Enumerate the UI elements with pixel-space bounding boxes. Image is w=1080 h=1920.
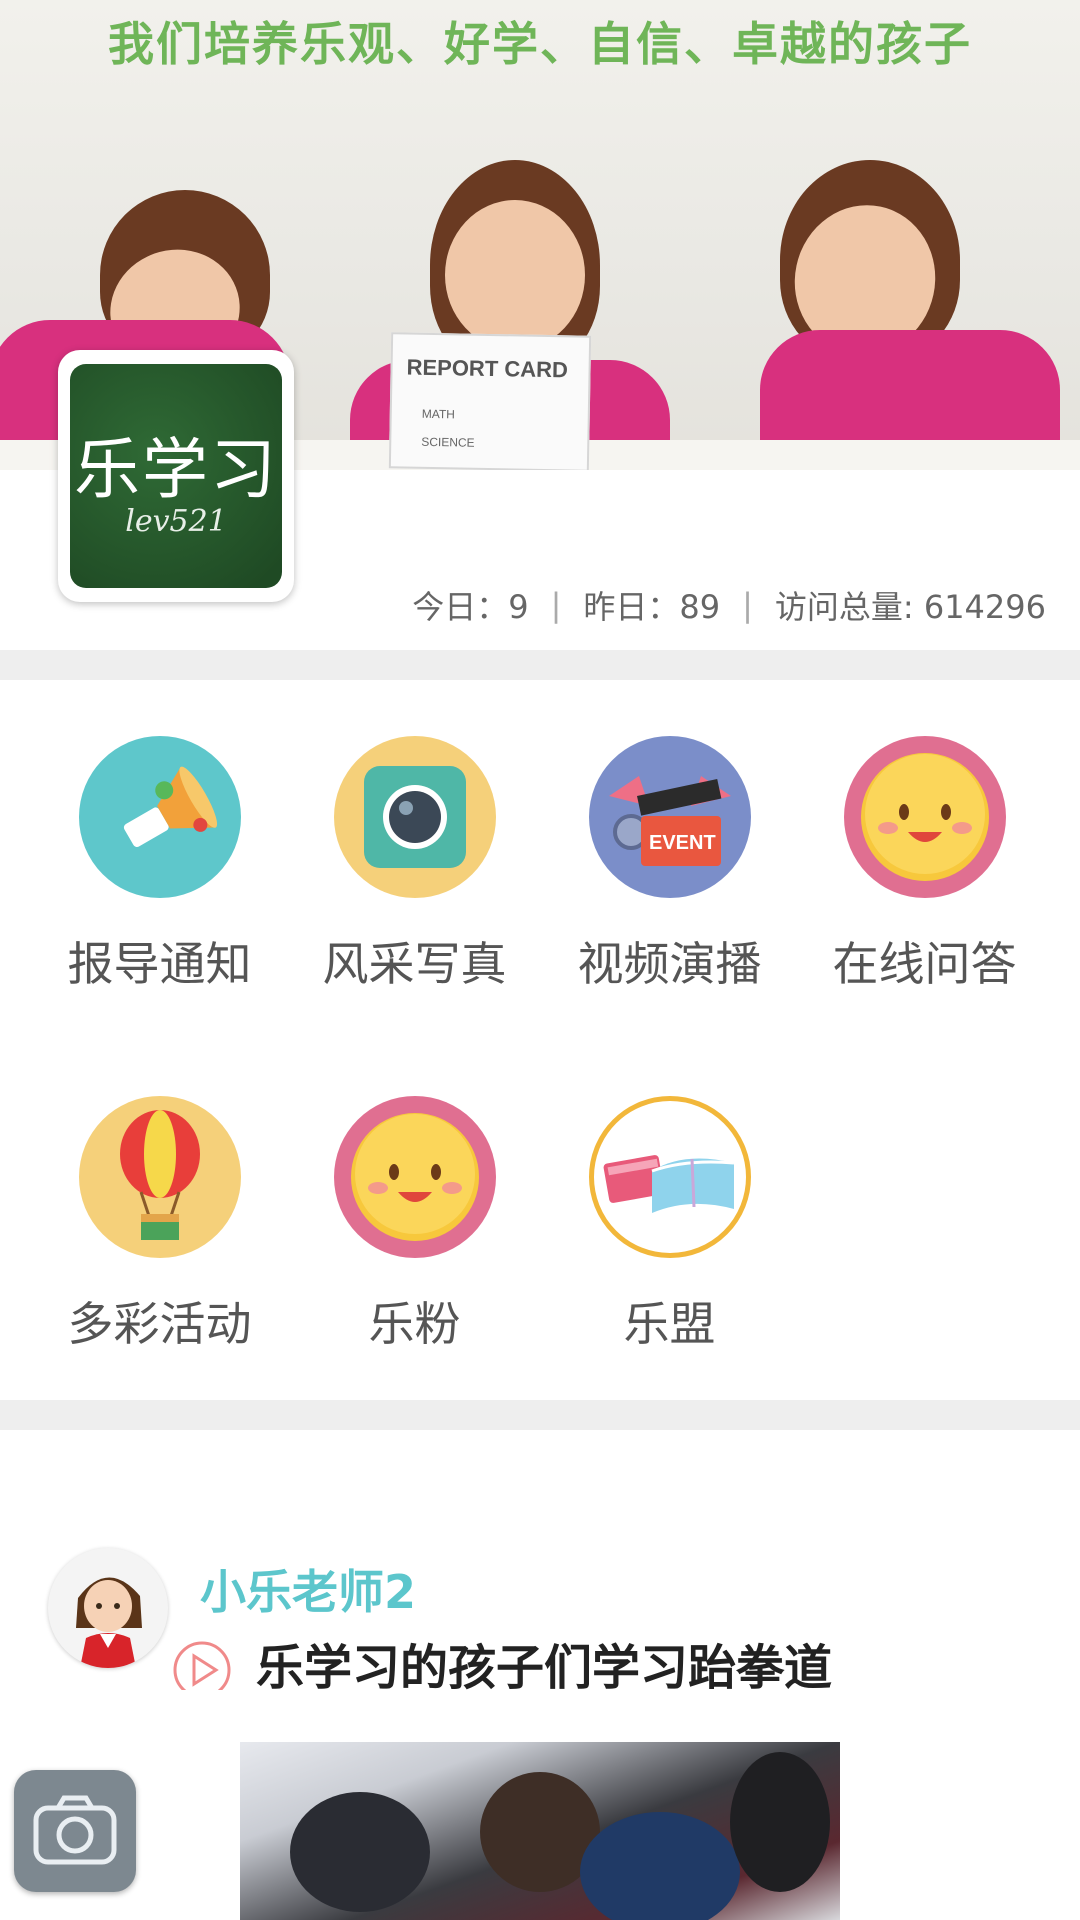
report-card-image: REPORT CARD MATH SCIENCE: [388, 332, 592, 470]
stat-total: 访问总量: 614296: [774, 588, 1046, 626]
svg-text:EVENT: EVENT: [649, 832, 716, 854]
logo-subtitle: lev521: [125, 504, 227, 539]
hot-air-balloon-icon: [78, 1096, 241, 1258]
menu-item-qa[interactable]: 在线问答: [797, 736, 1052, 994]
menu-item-video[interactable]: EVENT 视频演播: [542, 736, 797, 994]
menu-item-label: 报导通知: [67, 937, 252, 991]
camera-icon: [333, 736, 496, 898]
smiley-icon: [333, 1096, 496, 1258]
post-title[interactable]: 乐学习的孩子们学习跆拳道: [256, 1628, 832, 1698]
menu-item-gallery[interactable]: 风采写真: [287, 736, 542, 994]
menu-item-fans[interactable]: 乐粉: [287, 1096, 542, 1354]
books-icon: [588, 1096, 751, 1258]
visit-stats: 今日：9 | 昨日：89 | 访问总量: 614296: [412, 582, 1046, 628]
chalkboard-logo: 乐学习 lev521: [70, 364, 282, 588]
menu-item-label: 乐粉: [368, 1297, 461, 1351]
stat-yesterday: 昨日：89: [583, 588, 721, 626]
smiley-icon: [843, 736, 1006, 898]
menu-item-label: 风采写真: [322, 937, 507, 991]
menu-item-label: 在线问答: [832, 937, 1017, 991]
menu-item-label: 视频演播: [577, 937, 762, 991]
menu-item-label: 乐盟: [623, 1297, 716, 1351]
site-logo[interactable]: 乐学习 lev521: [58, 350, 294, 602]
logo-title: 乐学习: [74, 431, 278, 508]
post-video-thumbnail[interactable]: [240, 1742, 840, 1920]
author-name[interactable]: 小乐老师2: [200, 1556, 416, 1622]
report-card-line-math: MATH: [421, 406, 456, 422]
menu-item-activities[interactable]: 多彩活动: [32, 1096, 287, 1354]
author-avatar[interactable]: [48, 1548, 168, 1668]
report-card-line-science: SCIENCE: [421, 434, 475, 450]
stat-today: 今日：9: [412, 588, 529, 626]
menu-item-news[interactable]: 报导通知: [32, 736, 287, 994]
menu-item-alliance[interactable]: 乐盟: [542, 1096, 797, 1354]
menu-item-label: 多彩活动: [67, 1297, 252, 1351]
megaphone-icon: [78, 736, 241, 898]
banner-slogan: 我们培养乐观、好学、自信、卓越的孩子: [108, 17, 972, 71]
stat-separator: |: [550, 586, 562, 624]
report-card-title: REPORT CARD: [406, 354, 569, 383]
section-divider: [0, 650, 1080, 680]
camera-button[interactable]: [14, 1770, 136, 1892]
play-icon: [172, 1634, 232, 1690]
section-divider: [0, 1400, 1080, 1430]
camera-icon: [33, 1795, 117, 1865]
stat-separator: |: [742, 586, 753, 624]
banner-photo-girl-right: [760, 160, 1080, 470]
video-clapper-icon: EVENT: [588, 736, 751, 898]
